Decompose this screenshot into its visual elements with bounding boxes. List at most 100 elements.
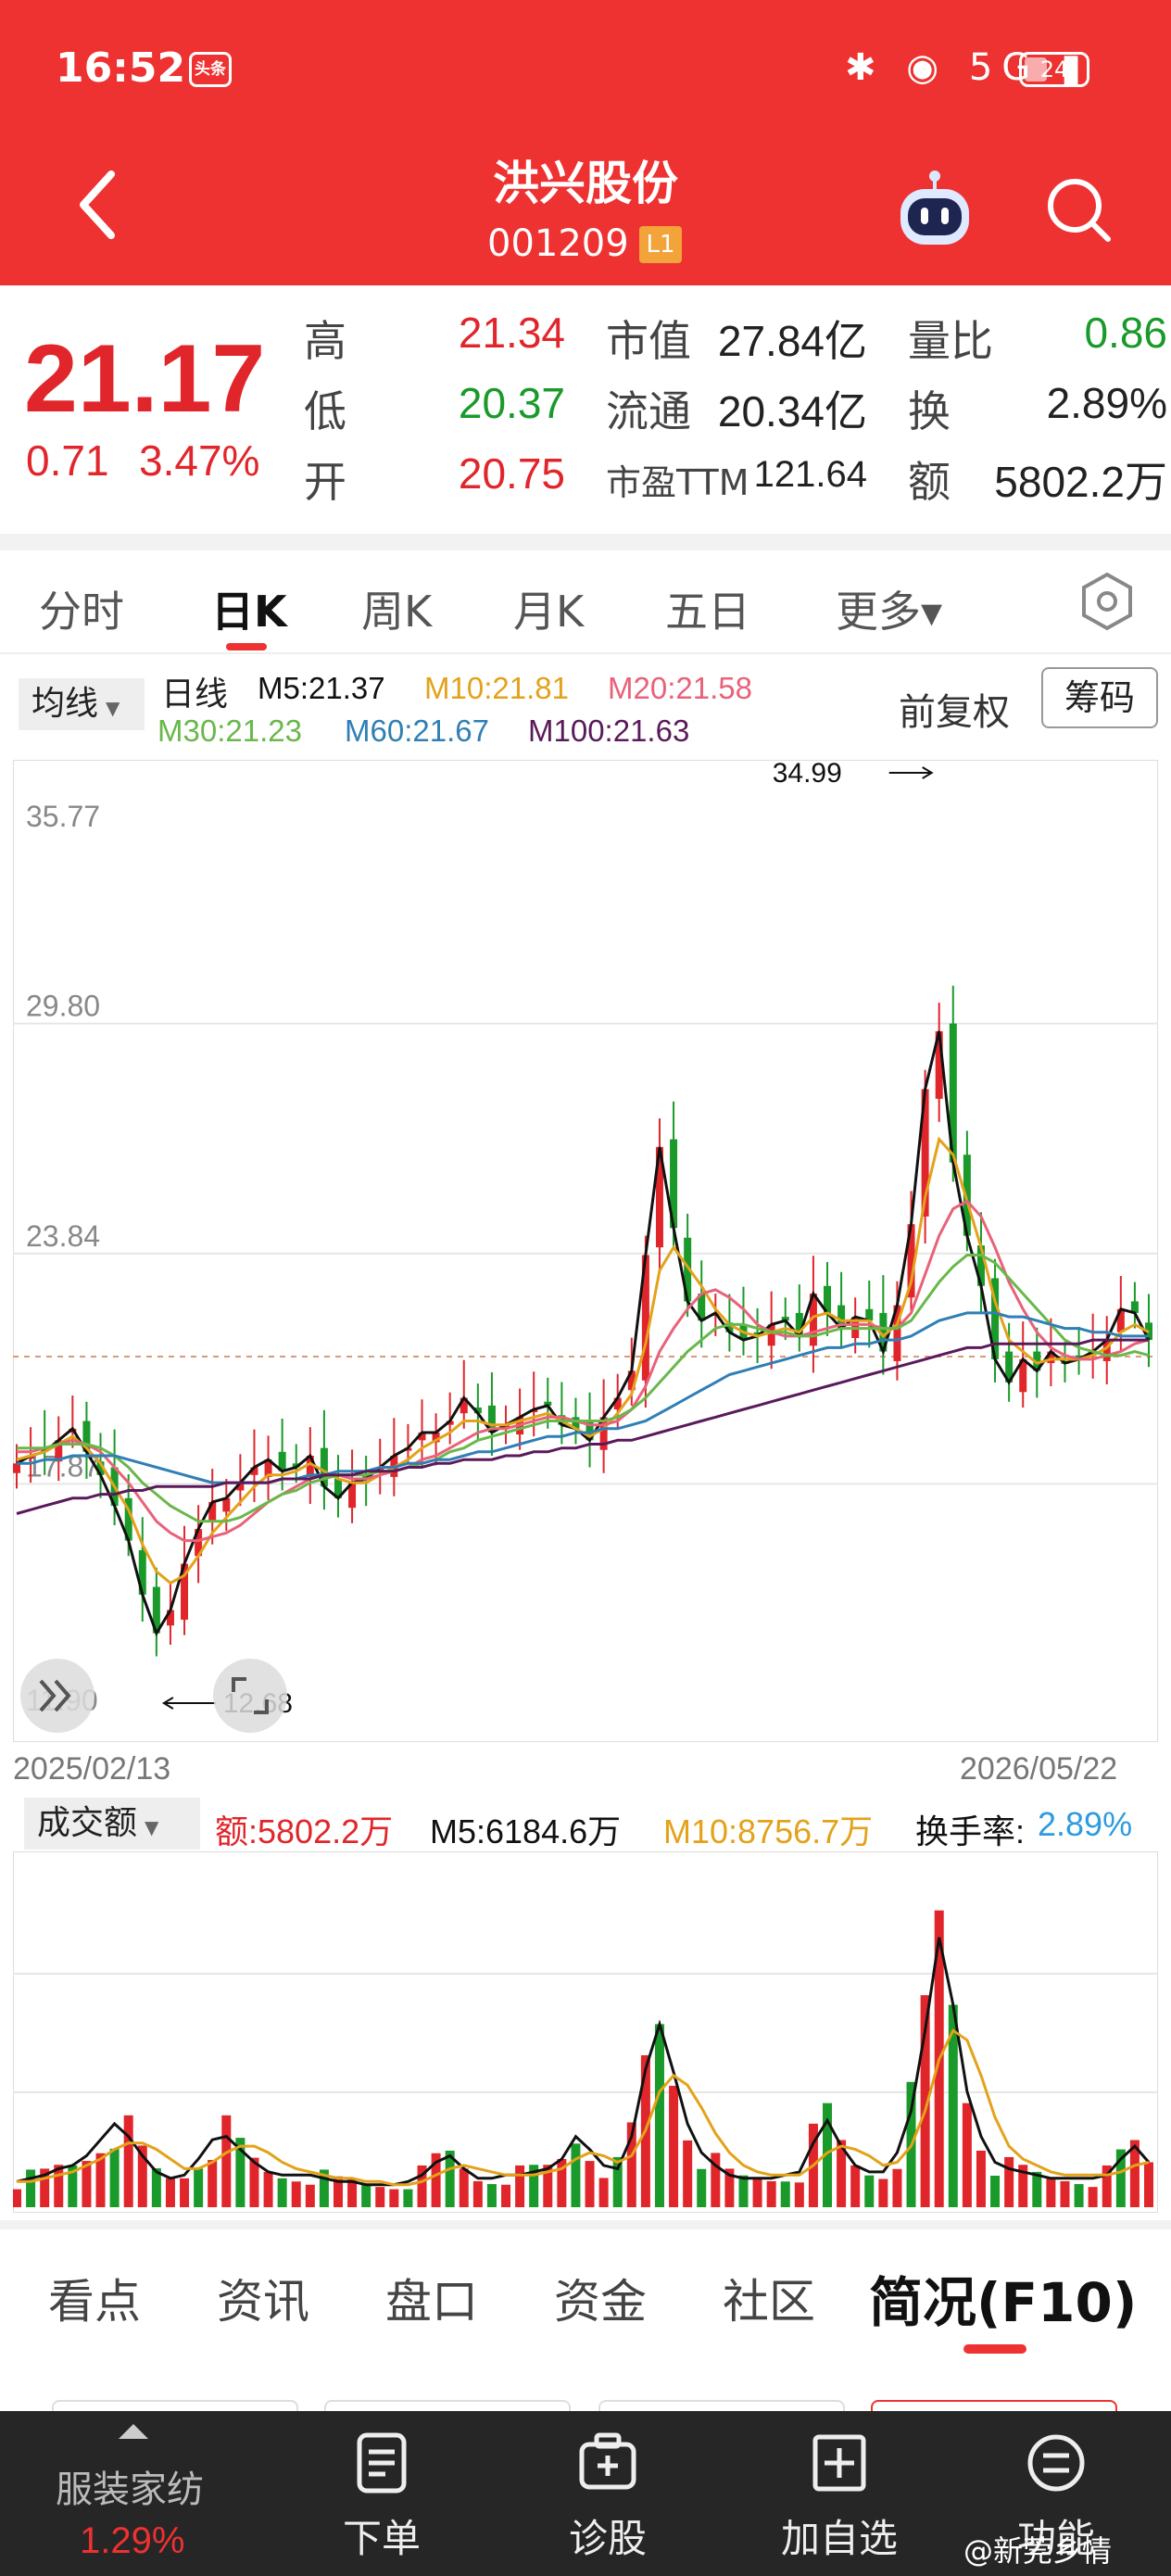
toutiao-badge: 头条: [189, 52, 232, 87]
volume-bar: [501, 2184, 511, 2207]
back-arrow-icon[interactable]: [70, 163, 126, 246]
tab-highlights[interactable]: 看点: [48, 2265, 141, 2331]
volume-bar: [1060, 2180, 1070, 2207]
volume-bar: [208, 2160, 218, 2207]
tab-intraday[interactable]: 分时: [39, 578, 124, 639]
volume-amount: 额:5802.2万: [215, 1812, 394, 1850]
volume-dropdown[interactable]: 成交额 ▼: [24, 1798, 200, 1850]
volume-m10: M10:8756.7万: [663, 1812, 874, 1850]
high-label: 高: [304, 316, 346, 366]
volume-bar: [766, 2180, 776, 2207]
volume-bar: [990, 2176, 1001, 2207]
search-icon[interactable]: [1041, 172, 1115, 246]
volume-bar: [654, 2024, 664, 2207]
fast-forward-button: [20, 1659, 94, 1733]
y-tick-label: 35.77: [26, 800, 100, 833]
price-change-pct: 3.47%: [139, 436, 260, 485]
document-icon: [357, 2432, 407, 2494]
period-label: 日线: [161, 675, 229, 713]
settings-hexagon-icon[interactable]: [1075, 569, 1140, 634]
ma-legend: 均线 ▼ 日线 M5:21.37 M10:21.81 M20:21.58 M30:…: [0, 654, 1171, 762]
volume-bar: [194, 2168, 204, 2207]
volume-bar: [598, 2178, 609, 2207]
kline-chart[interactable]: 35.7729.8023.8417.8711.9034.9912.68: [13, 760, 1158, 1742]
order-button[interactable]: 下单: [289, 2411, 474, 2576]
ma60-value: M60:21.67: [345, 713, 489, 748]
volume-bar: [109, 2148, 120, 2207]
tab-f10-profile[interactable]: 简况(F10): [869, 2259, 1137, 2337]
section-divider: [0, 534, 1171, 550]
volume-bar: [486, 2184, 497, 2207]
volume-bar: [221, 2115, 232, 2207]
ma5-value: M5:21.37: [258, 671, 385, 705]
low-value: 20.37: [458, 379, 565, 427]
tab-funds[interactable]: 资金: [554, 2265, 647, 2331]
medical-kit-icon: [579, 2432, 636, 2490]
tab-weekly-k[interactable]: 周K: [361, 578, 432, 639]
adjust-mode[interactable]: 前复权: [899, 682, 1010, 736]
ma100-value: M100:21.63: [528, 713, 690, 748]
plus-square-icon: [812, 2434, 866, 2492]
chips-button[interactable]: 筹码: [1041, 667, 1158, 728]
sector-name[interactable]: 服装家纺: [56, 2459, 204, 2513]
volume-bar: [472, 2180, 483, 2207]
tab-five-day[interactable]: 五日: [665, 578, 750, 639]
robot-assistant-icon[interactable]: [893, 169, 976, 252]
active-tab-indicator: [226, 643, 267, 650]
active-tab-indicator: [963, 2344, 1026, 2354]
tab-orderbook[interactable]: 盘口: [385, 2265, 478, 2331]
ma20-value: M20:21.58: [608, 671, 752, 705]
end-date: 2026/05/22: [960, 1751, 1118, 1787]
caret-up-icon[interactable]: [119, 2424, 148, 2439]
low-label: 低: [304, 386, 346, 436]
y-tick-label: 23.84: [26, 1219, 100, 1253]
add-watchlist-button[interactable]: 加自选: [747, 2411, 932, 2576]
tab-news[interactable]: 资讯: [217, 2265, 309, 2331]
tab-monthly-k[interactable]: 月K: [513, 578, 584, 639]
volume-bar: [1046, 2178, 1056, 2207]
volume-bar: [794, 2182, 804, 2207]
volume-dropdown-label: 成交额: [37, 1804, 138, 1842]
volume-m5: M5:6184.6万: [430, 1812, 622, 1850]
volume-bar: [13, 2189, 21, 2207]
float-label: 流通: [606, 386, 691, 436]
volume-bar: [962, 2102, 972, 2207]
volume-bar: [738, 2175, 749, 2207]
volume-bar: [850, 2165, 861, 2207]
volume-bar: [571, 2143, 581, 2207]
pe-value: 121.64: [753, 454, 867, 495]
volume-bar: [780, 2181, 790, 2207]
ma30-value: M30:21.23: [157, 713, 302, 748]
volume-ratio-label: 量比: [908, 316, 993, 366]
price-change: 0.71: [26, 436, 109, 485]
volume-bar: [752, 2178, 762, 2207]
volume-bar: [585, 2161, 595, 2207]
diagnose-button[interactable]: 诊股: [515, 2411, 700, 2576]
amount-label: 额: [908, 457, 951, 507]
volume-bar: [683, 2140, 693, 2207]
tab-community[interactable]: 社区: [723, 2265, 815, 2331]
tab-more[interactable]: 更多▾: [836, 578, 942, 639]
chevron-down-icon: ▼: [145, 1816, 159, 1838]
turnover-label: 换: [908, 386, 951, 436]
volume-bar: [375, 2187, 385, 2207]
open-label: 开: [304, 457, 346, 507]
status-time: 16:52: [56, 44, 186, 92]
mcap-value: 27.84亿: [717, 317, 867, 365]
stock-name: 洪兴股份: [493, 157, 678, 210]
y-tick-label: 29.80: [26, 990, 100, 1023]
stock-detail-screen: 16:52 头条 ✱ ◉ 5G ▮ 24 洪兴股份 001209 L1 21.1…: [0, 0, 1171, 2576]
volume-bar: [976, 2150, 986, 2207]
float-value: 20.34亿: [717, 387, 867, 436]
volume-bar: [892, 2168, 902, 2207]
ma-dropdown[interactable]: 均线 ▼: [19, 678, 145, 730]
volume-bar: [26, 2169, 36, 2207]
volume-bar: [291, 2181, 301, 2207]
tab-daily-k[interactable]: 日K: [211, 578, 287, 639]
volume-bar: [878, 2178, 888, 2207]
open-value: 20.75: [458, 449, 565, 498]
add-watchlist-label: 加自选: [780, 2516, 898, 2561]
turnover-rate-label: 换手率:: [915, 1812, 1026, 1850]
volume-chart[interactable]: [13, 1851, 1158, 2213]
sector-change: 1.29%: [80, 2520, 185, 2561]
